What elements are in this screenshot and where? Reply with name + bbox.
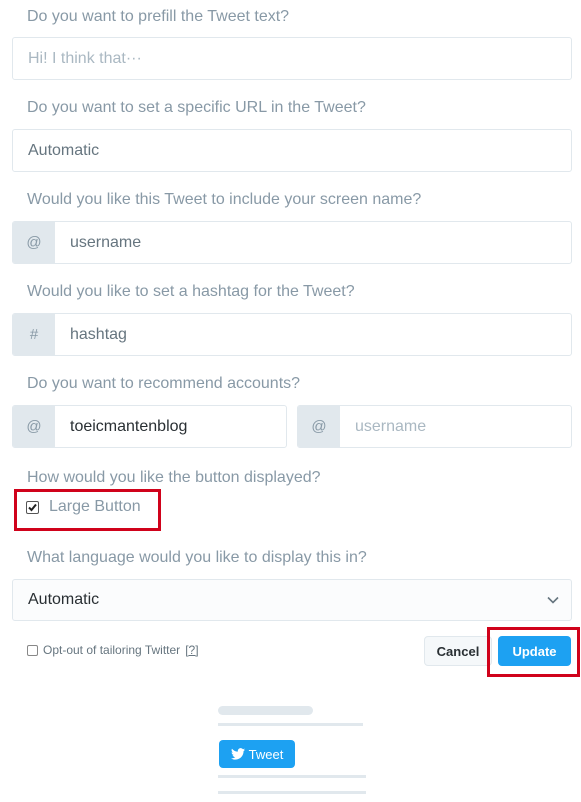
opt-out-label: Opt-out of tailoring Twitter	[43, 643, 181, 657]
cancel-button[interactable]: Cancel	[424, 636, 492, 666]
twitter-bird-icon	[230, 748, 245, 760]
recommend-question: Do you want to recommend accounts?	[27, 375, 301, 392]
at-prefix: @	[13, 406, 55, 447]
button-display-question: How would you like the button displayed?	[27, 469, 321, 486]
preview-line-1	[218, 723, 363, 726]
screen-name-input[interactable]: @ username	[12, 221, 572, 264]
preview-line-2	[218, 775, 366, 778]
language-value: Automatic	[28, 591, 100, 608]
hashtag-question: Would you like to set a hashtag for the …	[27, 283, 355, 300]
at-prefix: @	[298, 406, 340, 447]
tweet-label: Tweet	[248, 746, 284, 762]
recommend-value-1: toeicmantenblog	[70, 417, 188, 435]
language-question: What language would you like to display …	[27, 549, 367, 566]
recommend-input-2[interactable]: @ username	[297, 405, 572, 448]
prefill-input[interactable]: Hi! I think that···	[12, 37, 572, 80]
large-button-label: Large Button	[49, 498, 141, 515]
checkbox-icon[interactable]	[27, 644, 38, 656]
checkbox-icon[interactable]	[26, 500, 39, 514]
update-button[interactable]: Update	[498, 636, 571, 666]
hashtag-placeholder: hashtag	[70, 325, 127, 343]
screen-name-question: Would you like this Tweet to include you…	[27, 191, 422, 208]
screen-name-placeholder: username	[70, 233, 142, 251]
at-prefix: @	[13, 222, 55, 263]
hashtag-input[interactable]: # hashtag	[12, 313, 572, 356]
preview-tweet-button[interactable]: Tweet	[219, 740, 295, 768]
hash-prefix: #	[13, 314, 55, 355]
help-link[interactable]: [?]	[185, 643, 198, 657]
url-input[interactable]: Automatic	[12, 129, 572, 172]
language-select[interactable]: Automatic	[12, 579, 572, 621]
url-question: Do you want to set a specific URL in the…	[27, 99, 366, 116]
recommend-input-1[interactable]: @ toeicmantenblog	[12, 405, 287, 448]
large-button-option[interactable]: Large Button	[26, 498, 141, 516]
recommend-placeholder-2: username	[355, 417, 427, 435]
chevron-down-icon	[547, 596, 559, 604]
preview-title-bar	[218, 706, 313, 715]
prefill-placeholder: Hi! I think that···	[28, 49, 142, 67]
opt-out-option[interactable]: Opt-out of tailoring Twitter [?]	[27, 643, 199, 657]
prefill-question: Do you want to prefill the Tweet text?	[27, 8, 290, 25]
preview-line-3	[218, 791, 366, 794]
url-placeholder: Automatic	[28, 141, 100, 159]
